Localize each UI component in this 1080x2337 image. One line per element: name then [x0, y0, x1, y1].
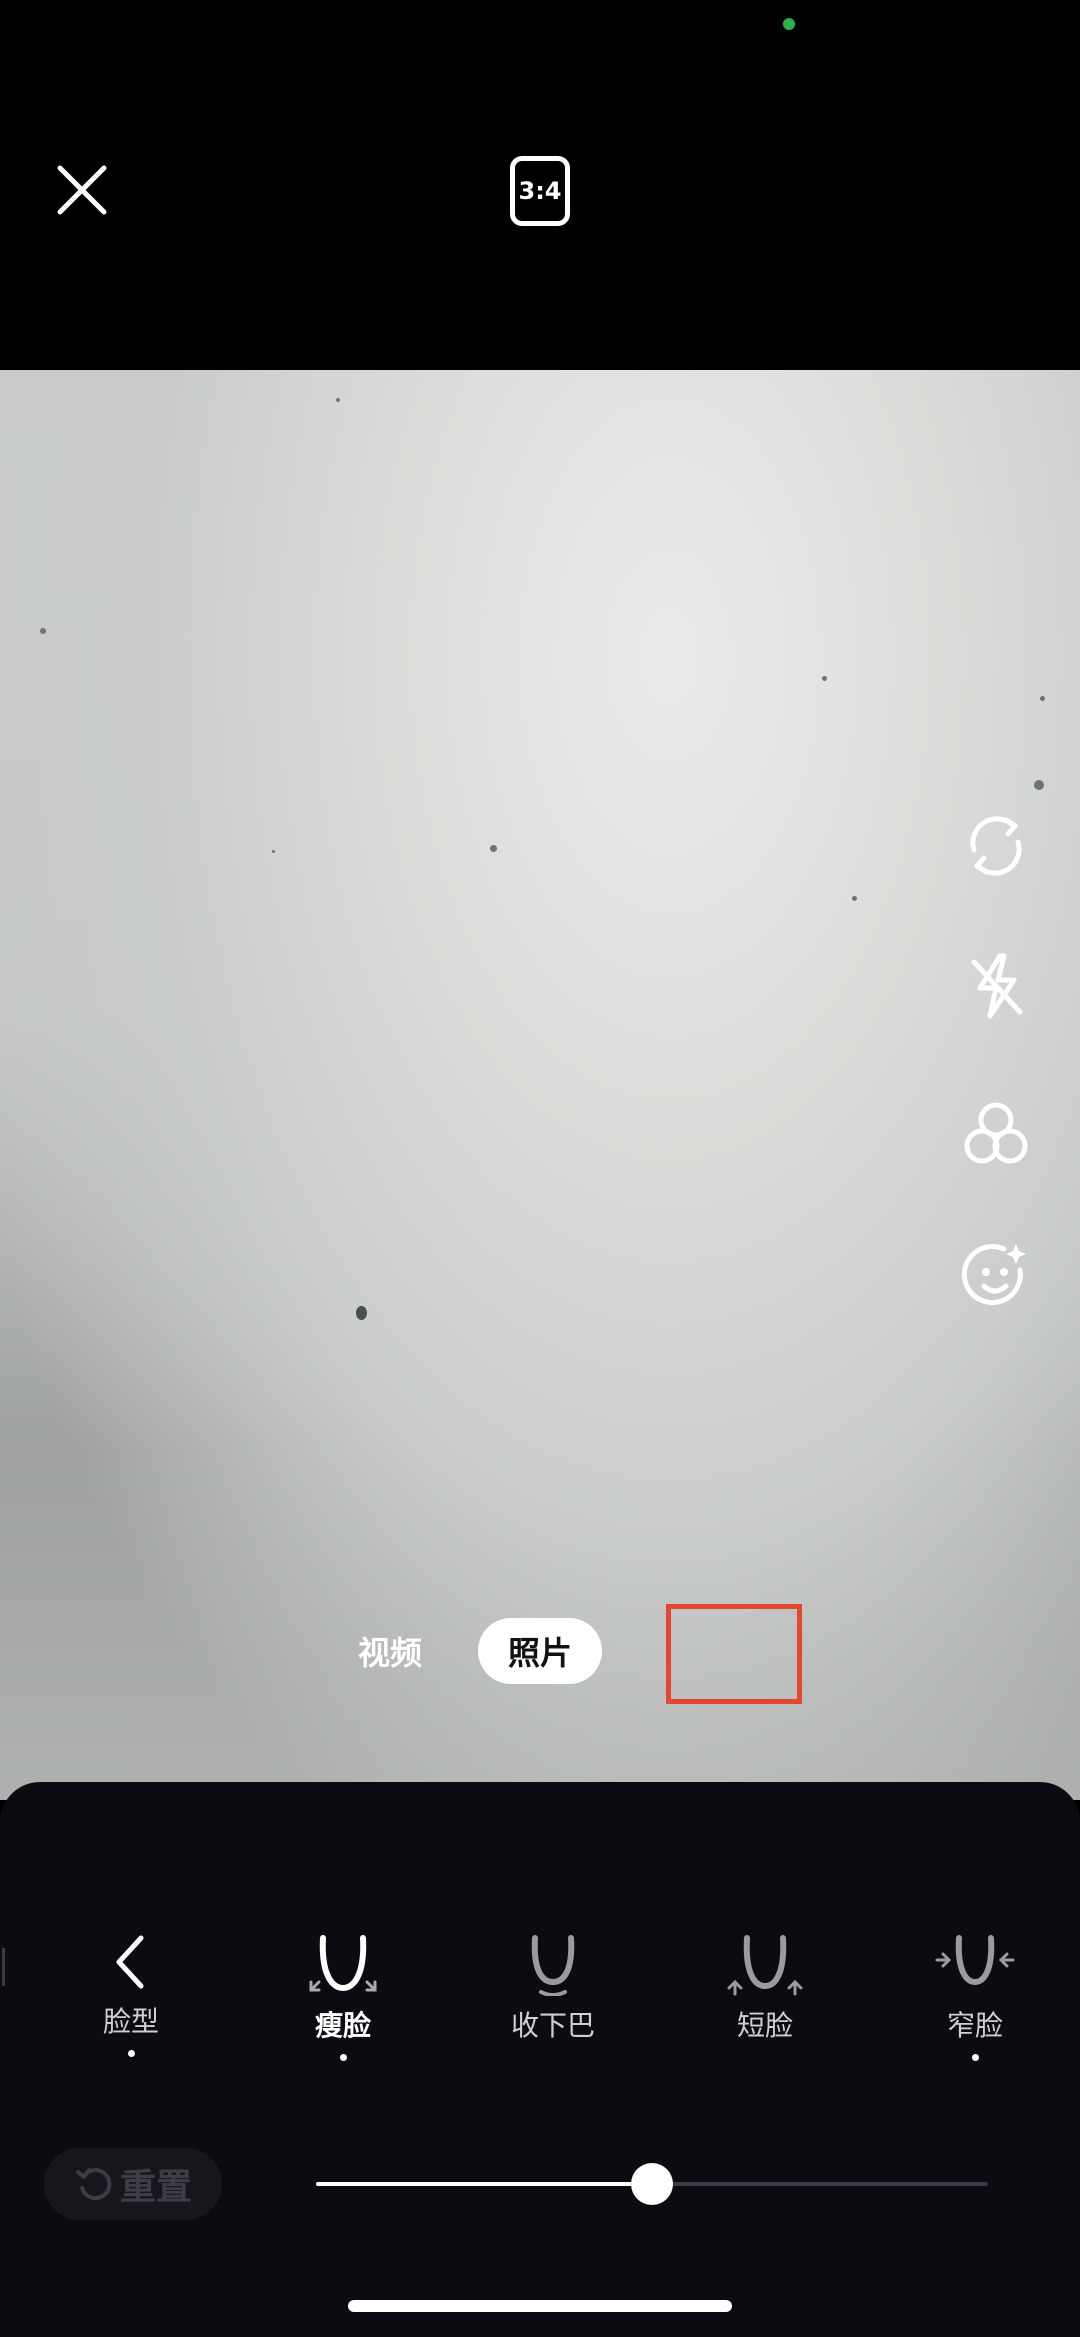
home-indicator	[348, 2300, 732, 2312]
highlight-box	[666, 1604, 802, 1704]
filter-button[interactable]	[960, 1098, 1032, 1170]
flip-camera-button[interactable]	[960, 810, 1032, 882]
reset-icon	[75, 2168, 112, 2201]
selected-dot	[339, 2054, 347, 2061]
back-to-face-shape[interactable]: 脸型	[56, 1932, 206, 2057]
close-icon	[57, 165, 107, 215]
reset-label: 重置	[119, 2167, 192, 2208]
option-short-face[interactable]: 短脸	[690, 1932, 840, 2044]
mode-video-tab[interactable]: 视频	[358, 1628, 422, 1674]
camera-preview[interactable]	[0, 370, 1080, 1800]
flash-button[interactable]	[960, 950, 1032, 1022]
flip-camera-icon	[970, 816, 1022, 876]
intensity-slider-fill	[316, 2182, 652, 2186]
beauty-button[interactable]	[960, 1240, 1032, 1312]
tuck-chin-label: 收下巴	[510, 2009, 595, 2042]
slim-face-icon	[309, 1935, 377, 1992]
mode-photo-tab[interactable]: 照片	[478, 1618, 602, 1684]
short-face-icon	[727, 1935, 803, 1996]
modified-dot	[971, 2054, 979, 2061]
flash-off-icon	[971, 953, 1023, 1019]
narrow-face-icon	[935, 1935, 1015, 1986]
option-slim-face[interactable]: 瘦脸	[268, 1932, 418, 2061]
aspect-ratio-label: 3:4	[518, 177, 562, 205]
narrow-face-label: 窄脸	[946, 2009, 1003, 2042]
mode-photo-label: 照片	[507, 1634, 572, 1672]
intensity-slider-handle[interactable]	[631, 2163, 673, 2205]
modified-dot	[127, 2050, 135, 2057]
back-label: 脸型	[102, 2005, 159, 2038]
close-button[interactable]	[52, 160, 112, 220]
filter-icon	[964, 1102, 1028, 1164]
chevron-left-icon	[116, 1935, 144, 1989]
camera-in-use-dot	[783, 18, 795, 30]
scroll-edge-marker	[2, 1948, 5, 1986]
short-face-label: 短脸	[736, 2009, 793, 2042]
aspect-ratio-button[interactable]: 3:4	[510, 156, 570, 226]
option-tuck-chin[interactable]: 收下巴	[478, 1932, 628, 2044]
slim-face-label: 瘦脸	[314, 2009, 371, 2042]
tuck-chin-icon	[531, 1935, 575, 1996]
option-narrow-face[interactable]: 窄脸	[900, 1932, 1050, 2061]
beauty-face-icon	[961, 1243, 1026, 1305]
reset-button[interactable]: 重置	[44, 2148, 222, 2220]
